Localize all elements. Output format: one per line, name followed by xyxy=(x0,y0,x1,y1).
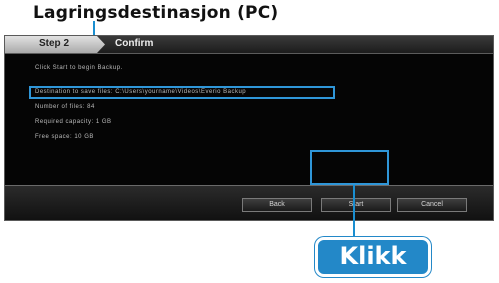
click-callout: Klikk xyxy=(315,237,431,277)
destination-callout-label: Lagringsdestinasjon (PC) xyxy=(33,3,279,23)
step-label: Step 2 xyxy=(39,38,70,49)
free-space-text: Free space: 10 GB xyxy=(35,134,94,140)
cancel-button[interactable]: Cancel xyxy=(397,198,467,212)
instruction-text: Click Start to begin Backup. xyxy=(35,65,123,71)
start-button-highlight xyxy=(310,150,389,185)
wizard-titlebar: Step 2 Confirm xyxy=(5,36,493,54)
wizard-footer: Back Start Cancel xyxy=(5,185,493,220)
page-title: Confirm xyxy=(115,38,154,49)
back-button[interactable]: Back xyxy=(242,198,312,212)
backup-dialog: Step 2 Confirm Click Start to begin Back… xyxy=(4,35,494,221)
required-capacity-text: Required capacity: 1 GB xyxy=(35,119,112,125)
destination-text: Destination to save files: C:\Users\your… xyxy=(35,89,247,95)
start-button[interactable]: Start xyxy=(321,198,391,212)
file-count-text: Number of files: 84 xyxy=(35,104,95,110)
click-pointer xyxy=(353,185,355,238)
